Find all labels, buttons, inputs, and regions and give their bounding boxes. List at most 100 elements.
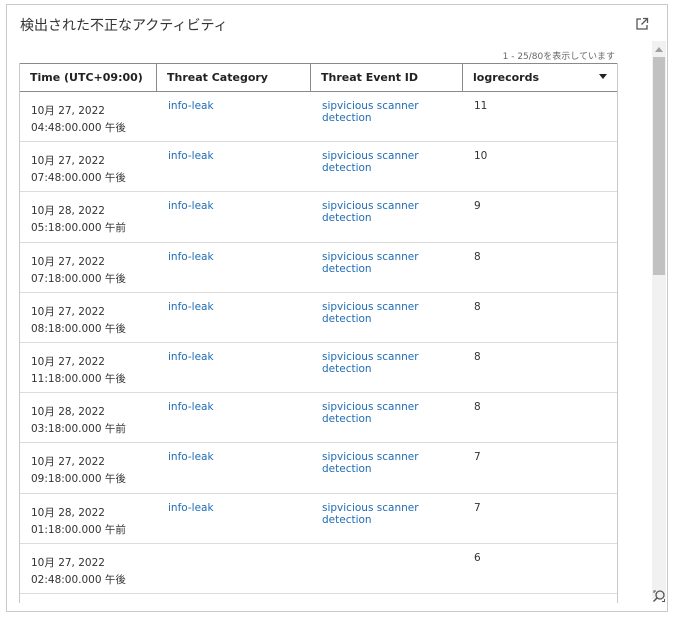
scroll-up-arrow-icon[interactable]	[655, 47, 663, 52]
cell-time: 10月 28, 2022 05:18:00.000 午前	[20, 192, 157, 241]
cell-logrecords: 8	[463, 343, 617, 392]
threat-event-link-line1[interactable]: sipvicious scanner	[322, 150, 463, 162]
threat-table: Time (UTC+09:00) Threat Category Threat …	[19, 63, 618, 603]
cell-clock: 07:48:00.000 午後	[31, 172, 126, 185]
external-link-icon[interactable]	[635, 17, 649, 31]
threat-event-link-line1[interactable]: sipvicious scanner	[322, 301, 463, 313]
cell-threat-event-id: sipvicious scanner detection	[311, 494, 463, 543]
table-row: 10月 27, 2022 02:48:00.000 午後 6	[20, 544, 617, 594]
cell-date: 10月 27, 2022	[31, 155, 105, 168]
logrecords-value: 8	[474, 401, 481, 414]
threat-event-link-line1[interactable]: sipvicious scanner	[322, 200, 463, 212]
cell-logrecords: 8	[463, 243, 617, 292]
threat-event-link-line2[interactable]: detection	[322, 363, 463, 375]
logrecords-value: 7	[474, 451, 481, 464]
threat-category-link[interactable]: info-leak	[168, 401, 311, 413]
cell-threat-event-id: sipvicious scanner detection	[311, 293, 463, 342]
logrecords-value: 6	[474, 551, 481, 564]
scroll-thumb[interactable]	[653, 57, 665, 275]
cell-clock: 08:18:00.000 午後	[31, 322, 126, 335]
column-header-threat-category[interactable]: Threat Category	[157, 64, 311, 91]
cell-date: 10月 27, 2022	[31, 255, 105, 268]
cell-threat-event-id: sipvicious scanner detection	[311, 393, 463, 442]
threat-category-link[interactable]: info-leak	[168, 301, 311, 313]
threat-event-link-line2[interactable]: detection	[322, 263, 463, 275]
threat-event-link-line1[interactable]: sipvicious scanner	[322, 401, 463, 413]
paging-status: 1 - 25/80を表示しています	[502, 52, 615, 62]
logrecords-value: 11	[474, 100, 488, 112]
cell-clock: 03:18:00.000 午前	[31, 423, 126, 436]
cell-clock: 07:18:00.000 午後	[31, 272, 126, 285]
threat-event-link-line2[interactable]: detection	[322, 463, 463, 475]
cell-time: 10月 27, 2022 08:18:00.000 午後	[20, 293, 157, 342]
cell-clock: 09:18:00.000 午後	[31, 473, 126, 486]
threat-category-link[interactable]: info-leak	[168, 451, 311, 463]
table-row: 10月 27, 2022 09:18:00.000 午後 info-leak sipv…	[20, 443, 617, 494]
cell-date: 10月 28, 2022	[31, 406, 105, 419]
column-header-logrecords[interactable]: logrecords	[463, 64, 617, 91]
threat-category-link[interactable]: info-leak	[168, 100, 311, 112]
logrecords-value: 9	[474, 200, 481, 213]
cell-threat-category: info-leak	[157, 142, 311, 191]
cell-date: 10月 27, 2022	[31, 355, 105, 368]
column-header-threat-event-id[interactable]: Threat Event ID	[311, 64, 463, 91]
cell-time: 10月 28, 2022 01:18:00.000 午前	[20, 494, 157, 543]
sort-desc-icon[interactable]	[599, 74, 607, 79]
cell-threat-event-id: sipvicious scanner detection	[311, 192, 463, 241]
cell-date: 10月 27, 2022	[31, 556, 105, 569]
threat-category-link[interactable]: info-leak	[168, 351, 311, 363]
table-row: 10月 27, 2022 04:48:00.000 午後 info-leak sipv…	[20, 92, 617, 143]
threat-category-link[interactable]: info-leak	[168, 150, 311, 162]
cell-threat-category: info-leak	[157, 443, 311, 492]
cell-logrecords: 6	[463, 544, 617, 593]
threat-event-link-line2[interactable]: detection	[322, 162, 463, 174]
cell-logrecords: 9	[463, 192, 617, 241]
cell-date: 10月 28, 2022	[31, 205, 105, 218]
cell-logrecords: 7	[463, 494, 617, 543]
cell-time: 10月 28, 2022 03:18:00.000 午前	[20, 393, 157, 442]
threat-event-link-line1[interactable]: sipvicious scanner	[322, 502, 463, 514]
table-row: 10月 28, 2022 01:18:00.000 午前 info-leak sipv…	[20, 494, 617, 544]
threat-category-link[interactable]: info-leak	[168, 251, 311, 263]
table-row: 10月 28, 2022 05:18:00.000 午前 info-leak sipv…	[20, 192, 617, 243]
logrecords-value: 8	[474, 250, 481, 263]
cell-threat-category: info-leak	[157, 494, 311, 543]
cell-clock: 02:48:00.000 午後	[31, 573, 126, 586]
threat-category-link[interactable]: info-leak	[168, 502, 311, 514]
table-row: 10月 27, 2022 11:18:00.000 午後 info-leak sipv…	[20, 343, 617, 394]
column-header-time[interactable]: Time (UTC+09:00)	[20, 64, 157, 91]
cell-threat-event-id: sipvicious scanner detection	[311, 443, 463, 492]
table-row: 10月 27, 2022 07:48:00.000 午後 info-leak sipv…	[20, 142, 617, 193]
threat-event-link-line2[interactable]: detection	[322, 514, 463, 526]
cell-logrecords: 10	[463, 142, 617, 191]
cell-time: 10月 27, 2022 09:18:00.000 午後	[20, 443, 157, 492]
panel-title: 検出された不正なアクティビティ	[20, 18, 228, 34]
threat-event-link-line1[interactable]: sipvicious scanner	[322, 100, 463, 112]
cell-threat-event-id: sipvicious scanner detection	[311, 243, 463, 292]
cell-time: 10月 27, 2022 07:48:00.000 午後	[20, 142, 157, 191]
cell-time: 10月 27, 2022 11:18:00.000 午後	[20, 343, 157, 392]
cell-logrecords: 11	[463, 92, 617, 141]
logrecords-value: 7	[474, 501, 481, 514]
threat-event-link-line2[interactable]: detection	[322, 112, 463, 124]
cell-threat-category: info-leak	[157, 243, 311, 292]
cell-clock: 05:18:00.000 午前	[31, 222, 126, 235]
threat-event-link-line2[interactable]: detection	[322, 313, 463, 325]
zoom-reset-icon[interactable]	[652, 589, 666, 603]
cell-date: 10月 27, 2022	[31, 105, 105, 117]
cell-clock: 04:48:00.000 午後	[31, 122, 126, 134]
threat-event-link-line1[interactable]: sipvicious scanner	[322, 451, 463, 463]
vertical-scrollbar[interactable]	[652, 41, 666, 599]
cell-date: 10月 27, 2022	[31, 456, 105, 469]
cell-logrecords: 8	[463, 393, 617, 442]
cell-time: 10月 27, 2022 04:48:00.000 午後	[20, 92, 157, 141]
cell-threat-category: info-leak	[157, 393, 311, 442]
cell-threat-category: info-leak	[157, 92, 311, 141]
threat-event-link-line2[interactable]: detection	[322, 413, 463, 425]
cell-threat-category	[157, 544, 311, 593]
threat-event-link-line1[interactable]: sipvicious scanner	[322, 351, 463, 363]
threat-activity-panel: 検出された不正なアクティビティ 1 - 25/80を表示しています Time (…	[6, 4, 668, 612]
threat-event-link-line1[interactable]: sipvicious scanner	[322, 251, 463, 263]
threat-category-link[interactable]: info-leak	[168, 200, 311, 212]
threat-event-link-line2[interactable]: detection	[322, 212, 463, 224]
